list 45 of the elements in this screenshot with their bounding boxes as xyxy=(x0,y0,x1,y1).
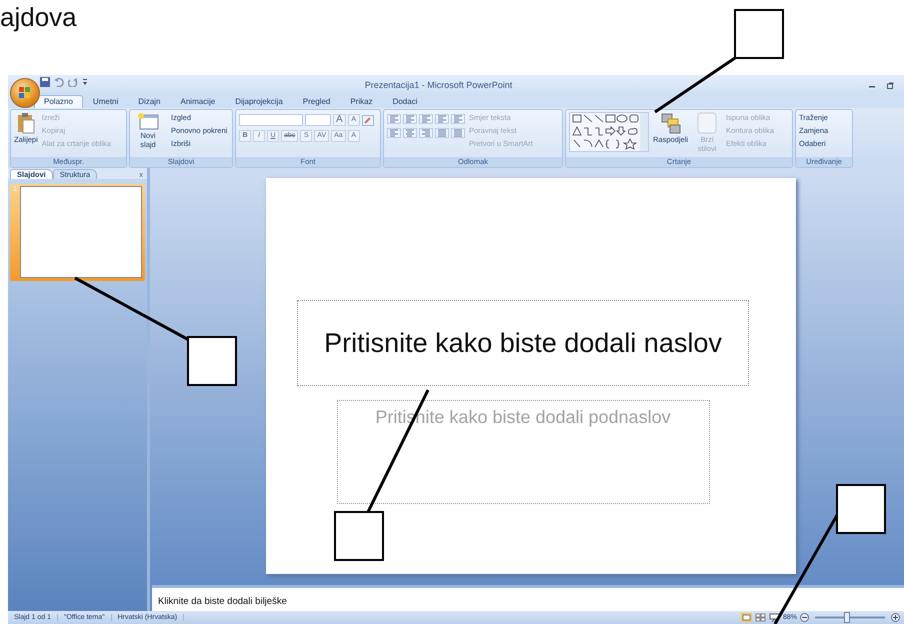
redo-icon[interactable] xyxy=(68,77,78,87)
normal-view-icon[interactable] xyxy=(740,613,752,622)
grow-font-button[interactable]: A xyxy=(333,114,346,126)
callout-box xyxy=(187,336,237,386)
window-title: Prezentacija1 - Microsoft PowerPoint xyxy=(364,80,512,90)
ribbon-tab[interactable]: Dodaci xyxy=(382,95,428,108)
align-left-icon[interactable] xyxy=(387,128,401,138)
title-placeholder[interactable]: Pritisnite kako biste dodali naslov xyxy=(297,300,749,386)
ribbon-tab[interactable]: Polazno xyxy=(34,95,83,108)
clear-formatting-icon[interactable] xyxy=(362,114,374,126)
numbering-icon[interactable] xyxy=(403,114,417,124)
customize-caret-icon[interactable] xyxy=(82,78,88,86)
ribbon-tab[interactable]: Dizajn xyxy=(128,95,170,108)
zoom-out-icon[interactable] xyxy=(800,613,809,622)
ribbon-tab[interactable]: Prikaz xyxy=(340,95,383,108)
callout-box xyxy=(334,511,384,561)
office-logo-icon[interactable] xyxy=(10,78,40,108)
clipboard-icon xyxy=(16,112,35,134)
stacked-shapes-icon xyxy=(660,112,682,134)
callout-box xyxy=(734,9,784,59)
ribbon-tab[interactable]: Animacije xyxy=(170,95,226,108)
align-right-icon[interactable] xyxy=(419,128,433,138)
line-spacing-icon[interactable] xyxy=(451,114,465,124)
save-icon[interactable] xyxy=(40,77,50,87)
justify-icon[interactable] xyxy=(435,128,449,138)
increase-indent-icon[interactable] xyxy=(435,114,449,124)
page-heading: ajdova xyxy=(0,1,77,33)
notes-field[interactable]: Kliknite da biste dodali bilješke xyxy=(152,585,904,611)
undo-icon[interactable] xyxy=(54,77,64,87)
ribbon-tab[interactable]: Dijaprojekcija xyxy=(225,95,293,108)
columns-icon[interactable] xyxy=(451,128,465,138)
slideshow-icon[interactable] xyxy=(768,613,780,622)
slide-icon xyxy=(137,112,159,130)
font-size-field[interactable] xyxy=(305,114,331,126)
shapes-gallery-drawing[interactable] xyxy=(569,112,649,152)
zoom-in-icon[interactable] xyxy=(891,613,900,622)
bullets-icon[interactable] xyxy=(387,114,401,124)
ribbon-tab[interactable]: Umetni xyxy=(82,95,128,108)
ribbon-tab[interactable]: Pregled xyxy=(292,95,340,108)
style-swatch-icon xyxy=(697,112,718,134)
restore-icon[interactable] xyxy=(887,82,894,88)
align-center-icon[interactable] xyxy=(403,128,417,138)
callout-box xyxy=(836,484,886,534)
font-name-field[interactable] xyxy=(239,114,303,126)
decrease-indent-icon[interactable] xyxy=(419,114,433,124)
